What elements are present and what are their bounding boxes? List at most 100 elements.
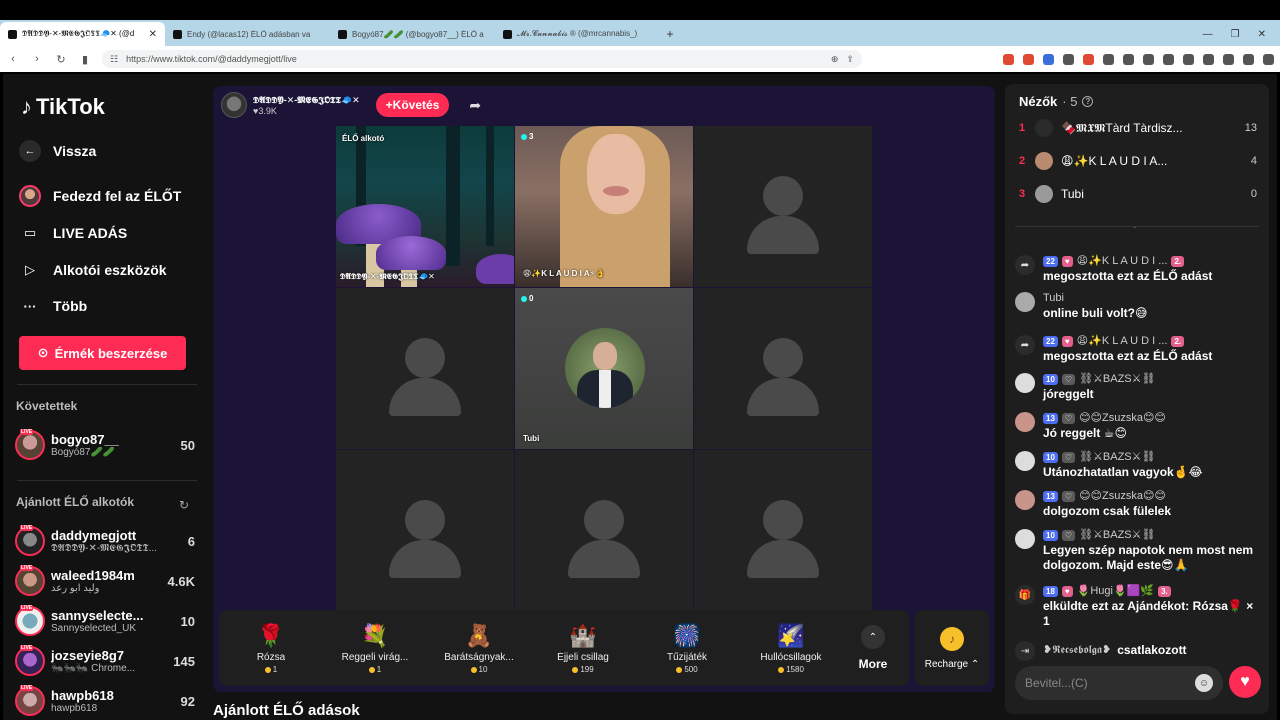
chat-username[interactable]: Tubi	[1043, 291, 1064, 306]
chat-username[interactable]: 😩✨K L A U D I ...	[1077, 334, 1168, 349]
extension-icon[interactable]	[1143, 53, 1154, 65]
nav-explore-live[interactable]: Fedezd fel az ÉLŐT	[19, 185, 181, 207]
creator-subtitle: hawpb618	[51, 703, 98, 714]
gift-morning-bouquet[interactable]: 💐 Reggeli virág... 1	[323, 622, 427, 674]
host-avatar[interactable]	[221, 92, 247, 118]
menu-icon[interactable]	[1263, 53, 1274, 65]
recharge-label: Recharge ⌃	[924, 658, 980, 670]
chat-message[interactable]: 10 ♡ ⛓⚔BAZS⚔⛓ Utánozhatatlan vagyok🤞😂	[1015, 450, 1259, 480]
forward-icon[interactable]: ›	[30, 53, 44, 65]
browser-tab[interactable]: Endy (@lacas12) ÉLŐ adásban va	[165, 22, 330, 46]
share-arrow-icon[interactable]: ➦	[469, 97, 481, 114]
gift-rose[interactable]: 🌹 Rózsa 1	[219, 622, 323, 674]
recommended-creator[interactable]: sannyselecte... Sannyselected_UK 10	[15, 602, 195, 640]
browser-tab[interactable]: Bogyó87🥒🥒 (@bogyo87__) ÉLŐ a	[330, 22, 495, 46]
window-close-icon[interactable]: ✕	[1258, 29, 1266, 40]
restore-icon[interactable]: ❐	[1231, 29, 1240, 40]
nav-back[interactable]: ← Vissza	[19, 140, 96, 162]
recommended-creator[interactable]: daddymegjott 𝕯𝕬𝕯𝕯𝖄-✕-𝕸𝕰𝕲𝕵𝕺𝕿𝕿... 6	[15, 522, 195, 560]
back-icon[interactable]: ‹	[6, 53, 20, 65]
nav-go-live[interactable]: ▭ LIVE ADÁS	[19, 222, 127, 244]
sidebar-icon[interactable]	[1203, 53, 1214, 65]
profile-icon[interactable]	[1243, 53, 1254, 65]
gift-friendship-necklace[interactable]: 🧸 Barátságnyak... 10	[427, 622, 531, 674]
chat-username[interactable]: 😊😊Zsuzska😊😊	[1079, 411, 1166, 426]
chat-input[interactable]: Bevitel...(C) ☺	[1015, 666, 1223, 700]
tiktok-logo[interactable]: ♪ TikTok	[21, 94, 105, 120]
gift-fireworks[interactable]: 🎆 Tűzijáték 500	[635, 622, 739, 674]
recommended-creator[interactable]: waleed1984m وليد ابو رعد 4.6K	[15, 562, 195, 600]
chat-message-join[interactable]: ⇥ ❥𝕽𝖊𝖈𝖘𝖊𝖇𝖔𝖑𝖌𝖆❥ csatlakozott	[1015, 640, 1259, 661]
translate-icon[interactable]	[1043, 53, 1054, 65]
help-icon[interactable]: ?	[1082, 96, 1094, 107]
guest-cell[interactable]: 0 Tubi	[515, 288, 693, 449]
nav-creator-tools[interactable]: ▷ Alkotói eszközök	[19, 259, 167, 281]
extension-icon[interactable]	[1083, 53, 1094, 65]
tiktok-favicon-icon	[503, 29, 512, 39]
like-heart-button[interactable]: ♥	[1229, 666, 1261, 698]
top-viewer[interactable]: 2 😩✨K L A U D I A... 4	[1019, 149, 1257, 173]
gift-shooting-stars[interactable]: 🌠 Hullócsillagok 1580	[739, 622, 843, 674]
tiktok-note-icon: ♪	[21, 94, 32, 119]
zoom-icon[interactable]: ⊕	[831, 54, 839, 65]
extension-icon[interactable]	[1063, 53, 1074, 65]
empty-guest-slot[interactable]	[515, 450, 693, 611]
browser-tab[interactable]: 𝓜𝓻.𝓒𝓪𝓷𝓷𝓪𝓫𝓲𝓼 ® (@mrcannabis_)	[495, 22, 660, 46]
reload-icon[interactable]: ↻	[54, 53, 68, 66]
empty-guest-slot[interactable]	[694, 450, 872, 611]
chat-message-share[interactable]: ➦ 22 ♥ 😩✨K L A U D I ... 2. megosztotta …	[1015, 334, 1259, 364]
chat-username[interactable]: 😊😊Zsuzska😊😊	[1079, 489, 1166, 504]
chat-message[interactable]: 10 ♡ ⛓⚔BAZS⚔⛓ Legyen szép napotok nem mo…	[1015, 528, 1259, 573]
top-viewer[interactable]: 1 🍫𝕸𝖃𝕸Tàrd Tàrdisz... 13	[1019, 116, 1257, 140]
wallet-icon[interactable]	[1223, 53, 1234, 65]
chat-username[interactable]: ⛓⚔BAZS⚔⛓	[1079, 372, 1155, 387]
browser-tab-active[interactable]: 𝕯𝕬𝕯𝕯𝖄-✕-𝕸𝕰𝕲𝕵𝕺𝕿𝕿🧢✕ (@d ✕	[0, 22, 165, 46]
address-bar[interactable]: ☷ https://www.tiktok.com/@daddymegjott/l…	[102, 50, 862, 68]
following-item[interactable]: bogyo87__ Bogyó87🥒🥒 50	[15, 426, 195, 464]
chat-message-share[interactable]: ➦ 22 ♥ 😩✨K L A U D I ... 2. megosztotta …	[1015, 254, 1259, 284]
guest-cell[interactable]: 3 😩✨K L A U D I A⚡👌	[515, 126, 693, 287]
share-icon[interactable]: ⇪	[846, 54, 854, 65]
download-icon[interactable]	[1163, 53, 1174, 65]
brave-shield-icon[interactable]	[1003, 53, 1014, 65]
guest-cell-host[interactable]: ÉLŐ alkotó 𝕯𝕬𝕯𝕯𝖄-✕-𝕸𝕰𝕲𝕵𝕺𝕿𝕿🧢✕	[336, 126, 514, 287]
chat-message[interactable]: 13 ♡ 😊😊Zsuzska😊😊 Jó reggelt ☕😊	[1015, 411, 1259, 441]
bookmark-icon[interactable]: ▮	[78, 53, 92, 66]
nav-more[interactable]: ··· Több	[19, 295, 88, 317]
empty-guest-slot[interactable]	[336, 288, 514, 449]
empty-guest-slot[interactable]	[694, 126, 872, 287]
gift-night-star[interactable]: 🏰 Éjjeli csillag 199	[531, 622, 635, 674]
person-placeholder-icon	[763, 500, 803, 540]
more-gifts-button[interactable]: ⌃ More	[843, 625, 903, 671]
recharge-button[interactable]: ♪ Recharge ⌃	[915, 610, 989, 686]
recommended-creator[interactable]: hawpb618 hawpb618 92	[15, 682, 195, 720]
follow-button[interactable]: +Követés	[375, 93, 450, 117]
chat-username[interactable]: 🌷Hugi🌷🟪🌿	[1077, 584, 1154, 599]
emoji-icon[interactable]: ☺	[1195, 674, 1213, 692]
site-settings-icon[interactable]: ☷	[110, 54, 118, 65]
chat-message[interactable]: 13 ♡ 😊😊Zsuzska😊😊 dolgozom csak fülelek	[1015, 489, 1259, 519]
chat-username[interactable]: 😩✨K L A U D I ...	[1077, 254, 1168, 269]
chat-text: csatlakozott	[1117, 643, 1187, 657]
chat-username[interactable]: ⛓⚔BAZS⚔⛓	[1079, 450, 1155, 465]
brave-rewards-icon[interactable]	[1023, 53, 1034, 65]
extension-icon[interactable]	[1123, 53, 1134, 65]
recommended-creator[interactable]: jozseyie8g7 🐜🐜🐜 Chrome... 145	[15, 642, 195, 680]
chat-message[interactable]: Tubi online buli volt?😅	[1015, 291, 1259, 321]
top-viewer[interactable]: 3 Tubi 0	[1019, 182, 1257, 206]
chat-username[interactable]: ❥𝕽𝖊𝖈𝖘𝖊𝖇𝖔𝖑𝖌𝖆❥	[1043, 643, 1111, 658]
get-coins-button[interactable]: ⊙ Érmék beszerzése	[19, 336, 186, 370]
extension-icon[interactable]	[1103, 53, 1114, 65]
empty-guest-slot[interactable]	[694, 288, 872, 449]
refresh-icon[interactable]: ↻	[179, 498, 189, 512]
new-tab-plus-icon[interactable]: +	[660, 22, 680, 46]
minimize-icon[interactable]: —	[1203, 29, 1213, 40]
media-icon[interactable]	[1183, 53, 1194, 65]
chat-message[interactable]: 10 ♡ ⛓⚔BAZS⚔⛓ jóreggelt	[1015, 372, 1259, 402]
empty-guest-slot[interactable]	[336, 450, 514, 611]
chat-message-gift[interactable]: 🎁 18 ♥ 🌷Hugi🌷🟪🌿 3. elküldte ezt az Ajánd…	[1015, 584, 1259, 629]
live-stream-player[interactable]: 𝕯𝕬𝕯𝕯𝖄-✕-𝕸𝕰𝕲𝕵𝕺𝕿𝕿🧢✕ ♥3.9K +Követés ➦ ÉLŐ a…	[213, 86, 995, 692]
chat-username[interactable]: ⛓⚔BAZS⚔⛓	[1079, 528, 1155, 543]
host-name[interactable]: 𝕯𝕬𝕯𝕯𝖄-✕-𝕸𝕰𝕲𝕵𝕺𝕿𝕿🧢✕	[253, 95, 360, 106]
close-icon[interactable]: ✕	[149, 29, 157, 40]
